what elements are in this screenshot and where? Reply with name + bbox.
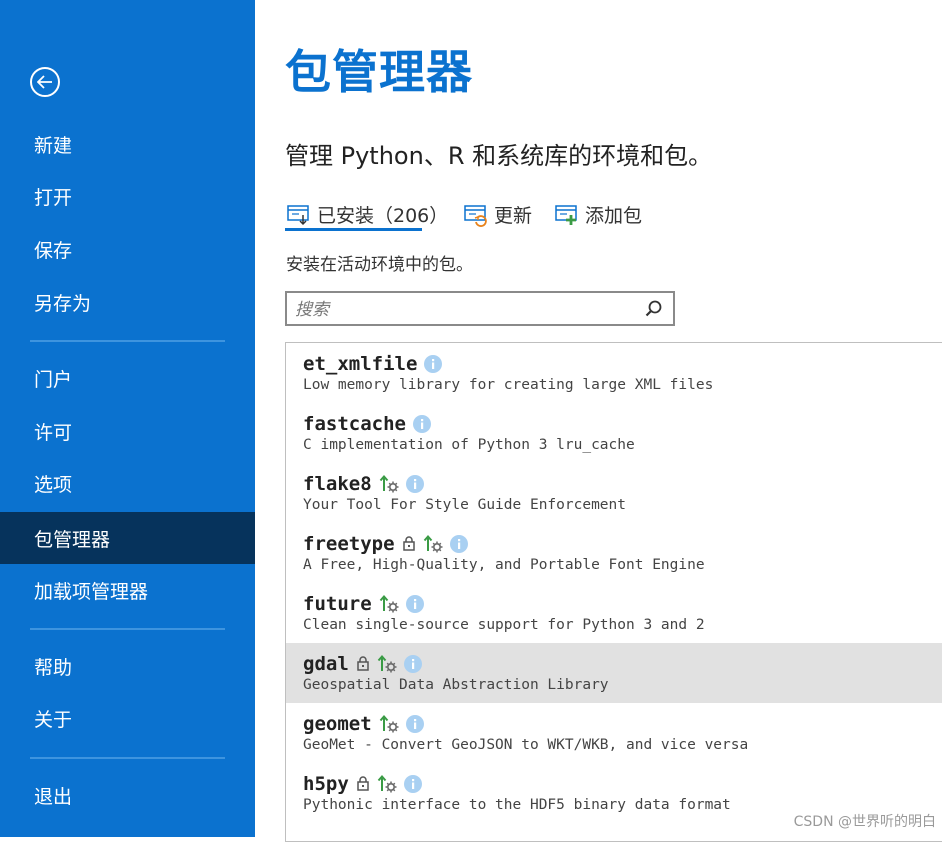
package-description: A Free, High-Quality, and Portable Font … [303,557,705,573]
package-name-group: gdal [303,653,422,675]
package-row[interactable]: freetype A Free, High-Quality, and Portab… [286,523,942,583]
nav-open[interactable]: 打开 [0,170,255,222]
info-icon [405,475,424,493]
update-available-icon [379,594,399,613]
update-available-icon [377,774,397,793]
update-available-icon [379,714,399,733]
package-description: Pythonic interface to the HDF5 binary da… [303,797,731,813]
search-icon[interactable] [645,300,663,318]
search-input[interactable] [293,296,637,324]
info-icon [403,775,422,793]
tab-installed-label: 已安装（206） [317,204,449,227]
package-description: Geospatial Data Abstraction Library [303,677,609,693]
page-subtitle: 管理 Python、R 和系统库的环境和包。 [285,142,713,170]
update-icon [464,205,487,227]
package-name: gdal [303,653,349,675]
package-description: GeoMet - Convert GeoJSON to WKT/WKB, and… [303,737,749,753]
update-available-icon [423,534,443,553]
tab-installed[interactable]: 已安装（206） [285,198,448,230]
update-available-icon [379,474,399,493]
nav-addin-manager[interactable]: 加载项管理器 [0,564,255,616]
package-row[interactable]: et_xmlfile Low memory library for creatin… [286,343,942,403]
active-tab-indicator [285,228,422,231]
info-icon [412,415,431,433]
tab-updates-label: 更新 [494,204,533,227]
nav-help[interactable]: 帮助 [0,640,255,692]
package-row[interactable]: geomet GeoMet - Convert GeoJSON to WKT/WK… [286,703,942,763]
list-description: 安装在活动环境中的包。 [286,255,473,275]
tab-add-packages[interactable]: 添加包 [553,198,642,230]
info-icon [449,535,468,553]
nav-new[interactable]: 新建 [0,118,255,170]
package-name-group: et_xmlfile [303,353,443,375]
package-name-group: flake8 [303,473,424,495]
lock-icon [357,656,369,671]
nav-save-as[interactable]: 另存为 [0,276,255,328]
package-name: geomet [303,713,372,735]
package-name-group: fastcache [303,413,431,435]
nav-save[interactable]: 保存 [0,223,255,275]
package-name: future [303,593,372,615]
page-title: 包管理器 [285,45,473,99]
watermark: CSDN @世界听的明白 [793,814,936,830]
nav-divider [30,340,225,342]
package-name: h5py [303,773,349,795]
package-name-group: h5py [303,773,422,795]
lock-icon [357,776,369,791]
package-name-group: future [303,593,424,615]
package-name: et_xmlfile [303,353,418,375]
tab-add-packages-label: 添加包 [585,204,643,227]
package-description: C implementation of Python 3 lru_cache [303,437,635,453]
package-name: ... [303,833,337,841]
installed-icon [287,205,309,226]
nav-portal[interactable]: 门户 [0,352,255,404]
back-arrow-icon [37,75,52,89]
package-name-group: ... [303,833,337,841]
package-name: flake8 [303,473,372,495]
package-name: freetype [303,533,395,555]
nav-about[interactable]: 关于 [0,692,255,744]
package-name-group: geomet [303,713,424,735]
info-icon [405,715,424,733]
package-description: Clean single-source support for Python 3… [303,617,705,633]
info-icon [424,355,443,373]
nav-exit[interactable]: 退出 [0,769,255,821]
package-name: fastcache [303,413,406,435]
package-list[interactable]: et_xmlfile Low memory library for creatin… [285,342,942,842]
back-button[interactable] [30,67,60,97]
update-available-icon [377,654,397,673]
nav-divider [30,628,225,630]
package-description: Low memory library for creating large XM… [303,377,714,393]
package-description: Your Tool For Style Guide Enforcement [303,497,627,513]
nav-divider [30,757,225,759]
package-name-group: freetype [303,533,468,555]
package-row[interactable]: gdal Geospatial Data Abstraction Library [286,643,942,703]
nav-package-manager[interactable]: 包管理器 [0,512,255,564]
lock-icon [402,536,415,551]
nav-licensing[interactable]: 许可 [0,405,255,457]
add-package-icon [555,205,577,225]
package-row[interactable]: fastcache C implementation of Python 3 lr… [286,403,942,463]
tab-updates[interactable]: 更新 [462,198,532,230]
package-row[interactable]: future Clean single-source support for Py… [286,583,942,643]
package-row[interactable]: flake8 Your Tool For Style Guide Enforcem… [286,463,942,523]
search-box [285,291,675,326]
info-icon [403,655,422,673]
sidebar: 新建 打开 保存 另存为 门户 许可 选项 包管理器 加载项管理器 帮助 关于 … [0,0,255,837]
info-icon [405,595,424,613]
nav-options[interactable]: 选项 [0,457,255,509]
